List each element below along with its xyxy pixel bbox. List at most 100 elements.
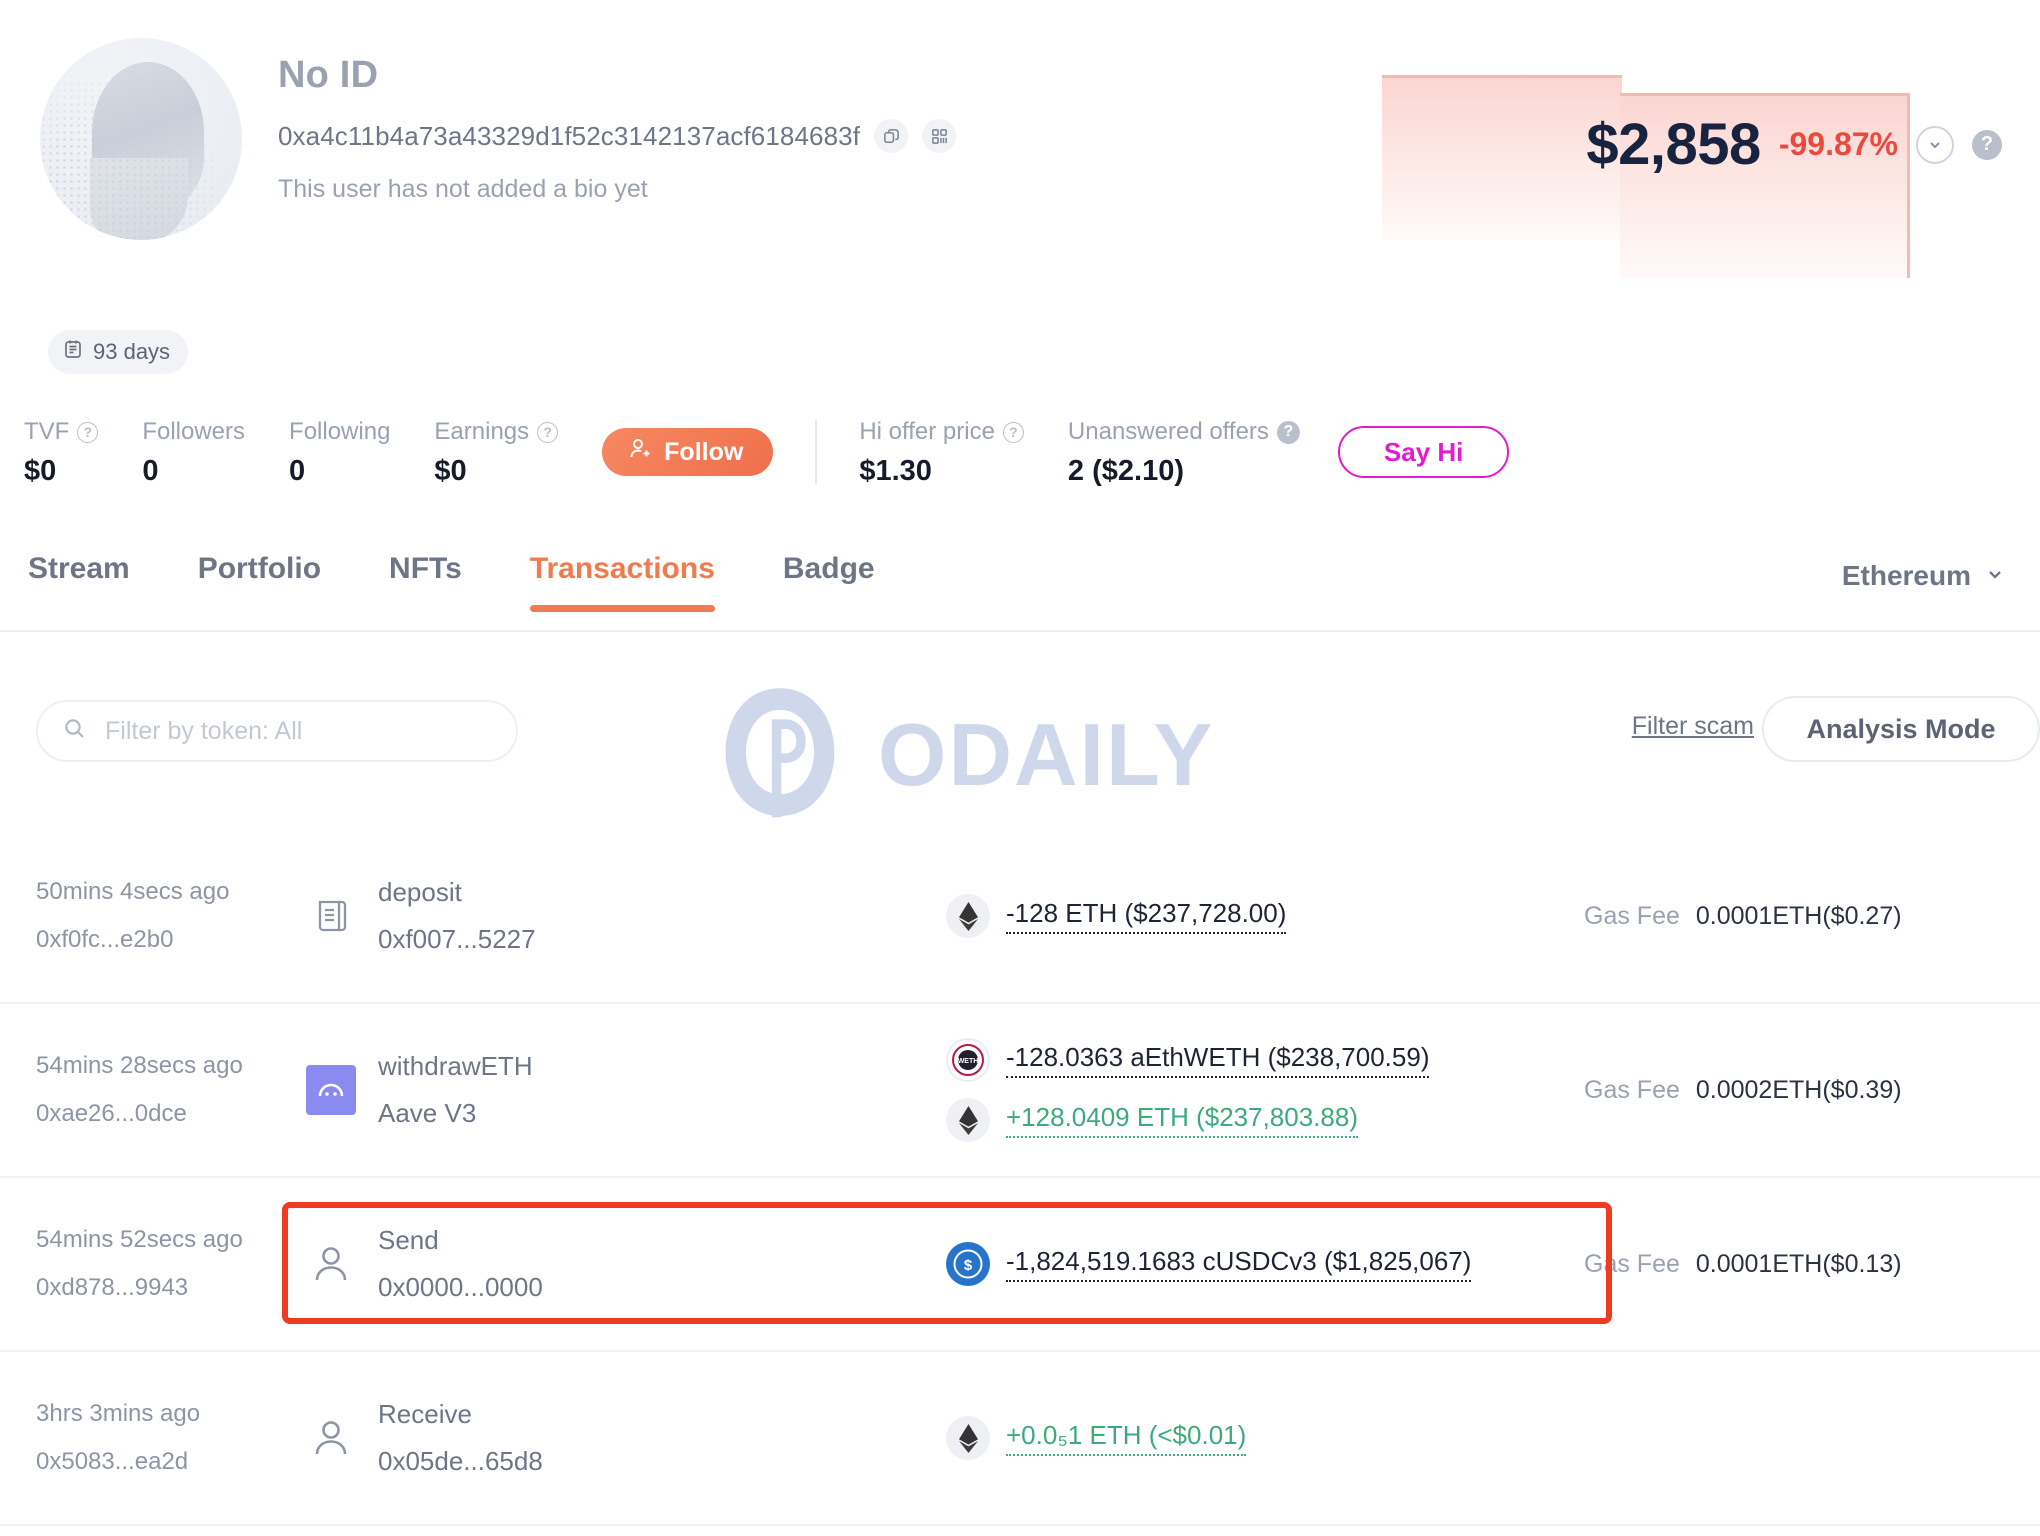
stat-label: Following — [289, 418, 391, 445]
analysis-mode-button[interactable]: Analysis Mode — [1762, 696, 2040, 762]
price-row: $2,858 -99.87% ? — [1586, 111, 2002, 178]
stat-earnings: Earnings ? $0 — [434, 418, 559, 488]
tx-hash[interactable]: 0xd878...9943 — [36, 1274, 306, 1302]
usdc-icon: $ — [946, 1242, 990, 1286]
gas-fee-value: 0.0002ETH($0.39) — [1695, 1075, 1902, 1104]
price-change: -99.87% — [1778, 126, 1898, 162]
wallet-address[interactable]: 0xa4c11b4a73a43329d1f52c3142137acf618468… — [278, 121, 860, 152]
tx-hash[interactable]: 0xf0fc...e2b0 — [36, 926, 306, 954]
calendar-icon — [62, 338, 84, 366]
table-row[interactable]: 54mins 28secs ago 0xae26...0dce withdraw… — [0, 1004, 2040, 1178]
chevron-down-icon — [1984, 560, 2006, 592]
question-mark-icon[interactable]: ? — [537, 421, 559, 443]
tx-amount[interactable]: -128 ETH ($237,728.00) — [1006, 898, 1287, 934]
gas-fee-value: 0.0001ETH($0.13) — [1695, 1249, 1902, 1278]
user-icon — [306, 1239, 356, 1289]
tx-amount-col: -128 ETH ($237,728.00) — [946, 894, 1584, 938]
tab-badge[interactable]: Badge — [783, 552, 875, 610]
account-age-badge: 93 days — [48, 330, 189, 374]
stat-label: Earnings — [434, 418, 530, 445]
tx-action-col: withdrawETH Aave V3 — [306, 1051, 946, 1129]
tx-time: 50mins 4secs ago — [36, 878, 230, 905]
price-value: $2,858 — [1586, 112, 1761, 177]
chain-selector-label: Ethereum — [1841, 560, 1971, 591]
gas-fee-value: 0.0001ETH($0.27) — [1695, 901, 1902, 930]
stat-label: Followers — [142, 418, 246, 445]
tx-amount[interactable]: +0.0₅1 ETH (<$0.01) — [1006, 1420, 1247, 1456]
tx-amount-col: $ -1,824,519.1683 cUSDCv3 ($1,825,067) — [946, 1242, 1584, 1286]
tx-amount-col: +0.0₅1 ETH (<$0.01) — [946, 1416, 1584, 1460]
chain-selector[interactable]: Ethereum — [1842, 560, 2006, 592]
tx-amount[interactable]: +128.0409 ETH ($237,803.88) — [1006, 1102, 1358, 1138]
tx-gas-col: Gas Fee 0.0001ETH($0.13) — [1584, 1250, 2004, 1279]
transactions-list: 50mins 4secs ago 0xf0fc...e2b0 deposit 0… — [0, 830, 2040, 1526]
profile-info: No ID 0xa4c11b4a73a43329d1f52c3142137acf… — [278, 38, 957, 240]
qr-code-icon[interactable] — [922, 119, 957, 153]
stat-value: 2 ($2.10) — [1067, 455, 1184, 487]
search-input[interactable]: Filter by token: All — [36, 700, 518, 762]
user-plus-icon — [626, 436, 652, 469]
tx-counterparty[interactable]: 0x05de...65d8 — [378, 1446, 543, 1477]
tx-amount-line: WETH -128.0363 aEthWETH ($238,700.59) — [946, 1038, 1584, 1082]
stats-row: TVF ? $0 Followers 0 Following 0 Earning… — [24, 418, 1510, 488]
tx-amount-line: +0.0₅1 ETH (<$0.01) — [946, 1416, 1584, 1460]
filter-bar: Filter by token: All Filter scam Analysi… — [0, 696, 2040, 796]
tab-nfts[interactable]: NFTs — [389, 552, 462, 610]
tx-action-col: Send 0x0000...0000 — [306, 1225, 946, 1303]
follow-button[interactable]: Follow — [602, 428, 774, 476]
table-row[interactable]: 50mins 4secs ago 0xf0fc...e2b0 deposit 0… — [0, 830, 2040, 1004]
avatar-dot-pattern — [40, 38, 242, 240]
filter-scam-link[interactable]: Filter scam — [1632, 712, 1754, 741]
tx-hash[interactable]: 0xae26...0dce — [36, 1100, 306, 1128]
stat-followers: Followers 0 — [142, 418, 245, 488]
say-hi-button[interactable]: Say Hi — [1337, 426, 1510, 478]
tx-action-text: Receive 0x05de...65d8 — [378, 1399, 543, 1477]
tx-time-col: 3hrs 3mins ago 0x5083...ea2d — [36, 1400, 306, 1476]
profile-header: No ID 0xa4c11b4a73a43329d1f52c3142137acf… — [40, 38, 957, 240]
tab-bar: Stream Portfolio NFTs Transactions Badge… — [0, 552, 2040, 632]
tx-action-text: withdrawETH Aave V3 — [378, 1051, 533, 1129]
stat-value: 0 — [142, 455, 159, 487]
tx-time: 54mins 28secs ago — [36, 1052, 243, 1079]
stat-unanswered-offers: Unanswered offers ? 2 ($2.10) — [1068, 418, 1300, 488]
weth-icon: WETH — [946, 1038, 990, 1082]
svg-text:$: $ — [964, 1257, 973, 1274]
question-mark-icon[interactable]: ? — [1002, 421, 1024, 443]
divider — [815, 420, 818, 484]
tx-time-col: 50mins 4secs ago 0xf0fc...e2b0 — [36, 878, 306, 954]
tx-amount-line: +128.0409 ETH ($237,803.88) — [946, 1098, 1584, 1142]
stat-label: Unanswered offers — [1067, 418, 1269, 445]
follow-button-label: Follow — [664, 437, 744, 466]
tx-action-col: Receive 0x05de...65d8 — [306, 1399, 946, 1477]
question-mark-icon[interactable]: ? — [77, 421, 99, 443]
tx-hash[interactable]: 0x5083...ea2d — [36, 1448, 306, 1476]
tab-transactions[interactable]: Transactions — [529, 552, 715, 612]
tx-amount[interactable]: -1,824,519.1683 cUSDCv3 ($1,825,067) — [1006, 1246, 1472, 1282]
price-card: $2,858 -99.87% ? — [1382, 75, 2002, 278]
profile-page: No ID 0xa4c11b4a73a43329d1f52c3142137acf… — [0, 0, 2040, 1536]
user-icon — [306, 1413, 356, 1463]
tx-time: 3hrs 3mins ago — [36, 1400, 201, 1427]
question-mark-icon[interactable]: ? — [1972, 129, 2002, 160]
table-row[interactable]: 54mins 52secs ago 0xd878...9943 Send 0x0… — [0, 1178, 2040, 1352]
tab-stream[interactable]: Stream — [28, 552, 130, 610]
tx-action-col: deposit 0xf007...5227 — [306, 877, 946, 955]
tx-counterparty[interactable]: 0xf007...5227 — [378, 924, 536, 955]
table-row[interactable]: 3hrs 3mins ago 0x5083...ea2d Receive 0x0… — [0, 1352, 2040, 1526]
tx-amount[interactable]: -128.0363 aEthWETH ($238,700.59) — [1006, 1042, 1430, 1078]
copy-icon[interactable] — [874, 119, 909, 153]
aave-icon — [306, 1065, 356, 1115]
eth-icon — [946, 1416, 990, 1460]
stat-value: $0 — [24, 455, 57, 487]
tab-portfolio[interactable]: Portfolio — [198, 552, 321, 610]
tx-action: withdrawETH — [378, 1051, 533, 1081]
tx-protocol[interactable]: Aave V3 — [378, 1098, 533, 1129]
tx-counterparty[interactable]: 0x0000...0000 — [378, 1272, 543, 1303]
question-mark-icon[interactable]: ? — [1276, 420, 1300, 444]
gas-fee-label: Gas Fee — [1584, 1249, 1680, 1278]
tx-amount-line: -128 ETH ($237,728.00) — [946, 894, 1584, 938]
tx-time-col: 54mins 28secs ago 0xae26...0dce — [36, 1052, 306, 1128]
tx-time: 54mins 52secs ago — [36, 1226, 243, 1253]
chevron-down-icon[interactable] — [1916, 125, 1954, 164]
stat-label: TVF — [24, 418, 70, 445]
